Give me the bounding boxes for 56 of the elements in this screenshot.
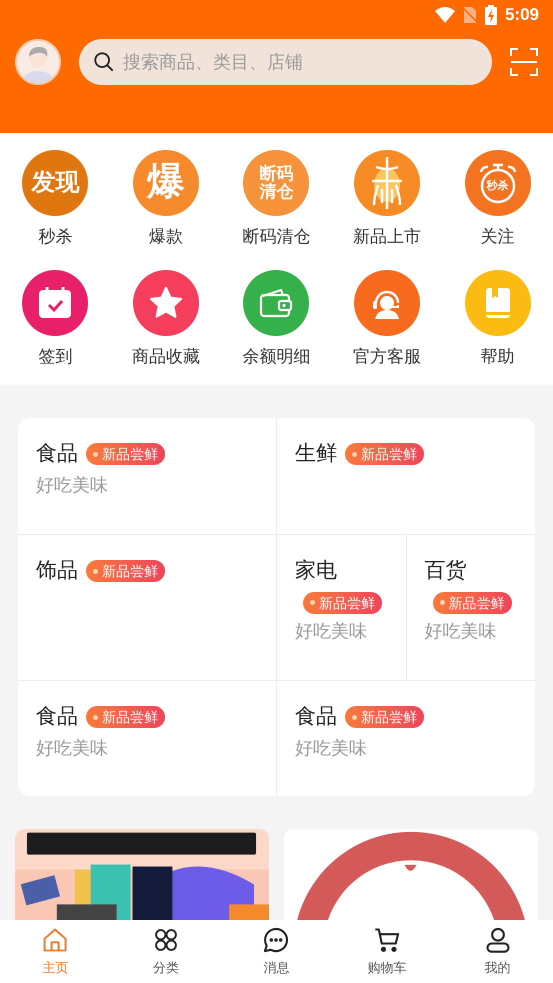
new-tag: 新品尝鲜	[345, 443, 424, 465]
shortcut-label[interactable]: 帮助	[480, 344, 515, 369]
chat-icon	[262, 926, 290, 954]
shortcut-label[interactable]: 余额明细	[242, 344, 310, 369]
new-tag: 新品尝鲜	[432, 592, 512, 614]
shortcut-label[interactable]: 关注	[480, 224, 515, 250]
category-subtitle: 好吃美味	[295, 620, 368, 642]
category-title: 生鲜	[295, 441, 337, 467]
search-field[interactable]: 搜索商品、类目、店铺	[79, 39, 492, 85]
avatar[interactable]	[15, 39, 61, 85]
new-tag: 新品尝鲜	[303, 592, 382, 614]
category-cell[interactable]: 食品 新品尝鲜 好吃美味	[277, 681, 535, 796]
nav-tab[interactable]: 购物车	[332, 920, 442, 983]
category-cell[interactable]: 家电 新品尝鲜 好吃美味	[277, 535, 406, 680]
shortcut-label[interactable]: 签到	[38, 344, 72, 369]
new-tag: 新品尝鲜	[86, 706, 165, 728]
new-tag: 新品尝鲜	[86, 560, 165, 582]
badge-icon: 断码清仓	[243, 150, 310, 216]
nav-tab[interactable]: 分类	[110, 920, 222, 983]
new-tag: 新品尝鲜	[345, 706, 424, 728]
category-title: 食品	[36, 441, 78, 467]
shortcut-label[interactable]: 商品收藏	[132, 344, 200, 369]
nav-tab[interactable]: 我的	[442, 920, 553, 983]
shortcut-label[interactable]: 官方客服	[353, 344, 422, 369]
category-cell[interactable]: 饰品 新品尝鲜	[18, 535, 276, 680]
category-title: 食品	[36, 704, 78, 730]
nav-tab[interactable]: 消息	[221, 920, 332, 983]
category-cell[interactable]: 生鲜 新品尝鲜	[277, 418, 535, 534]
category-subtitle: 好吃美味	[295, 737, 368, 760]
user-icon	[484, 926, 512, 954]
badge-icon: 爆	[132, 150, 199, 216]
category-cell[interactable]: 食品 新品尝鲜 好吃美味	[18, 681, 276, 796]
scan-icon[interactable]	[510, 48, 538, 76]
category-title: 食品	[295, 704, 337, 730]
new-tag: 新品尝鲜	[86, 443, 165, 465]
category-title: 饰品	[36, 558, 78, 584]
shortcut-label[interactable]: 断码清仓	[242, 224, 310, 250]
category-subtitle: 好吃美味	[36, 474, 109, 497]
category-title: 百货	[424, 558, 466, 584]
stopwatch-icon: 秒杀	[464, 150, 531, 216]
category-subtitle: 好吃美味	[424, 620, 498, 642]
shortcut-label[interactable]: 秒杀	[38, 224, 72, 250]
category-cell[interactable]: 食品 新品尝鲜 好吃美味	[18, 418, 276, 534]
status-time: 5:09	[504, 4, 539, 26]
no-sim-icon	[462, 6, 477, 24]
cart-icon	[373, 926, 402, 954]
category-subtitle: 好吃美味	[36, 737, 109, 760]
home-icon	[41, 926, 70, 954]
badge-icon: 发现	[22, 150, 88, 216]
category-title: 家电	[295, 558, 337, 584]
search-icon	[93, 51, 115, 73]
wifi-icon	[434, 7, 455, 23]
shortcut-label[interactable]: 爆款	[148, 224, 183, 250]
battery-icon	[484, 5, 497, 25]
shortcut-label[interactable]: 新品上市	[353, 224, 422, 250]
category-cell[interactable]: 百货 新品尝鲜 好吃美味	[406, 535, 535, 680]
